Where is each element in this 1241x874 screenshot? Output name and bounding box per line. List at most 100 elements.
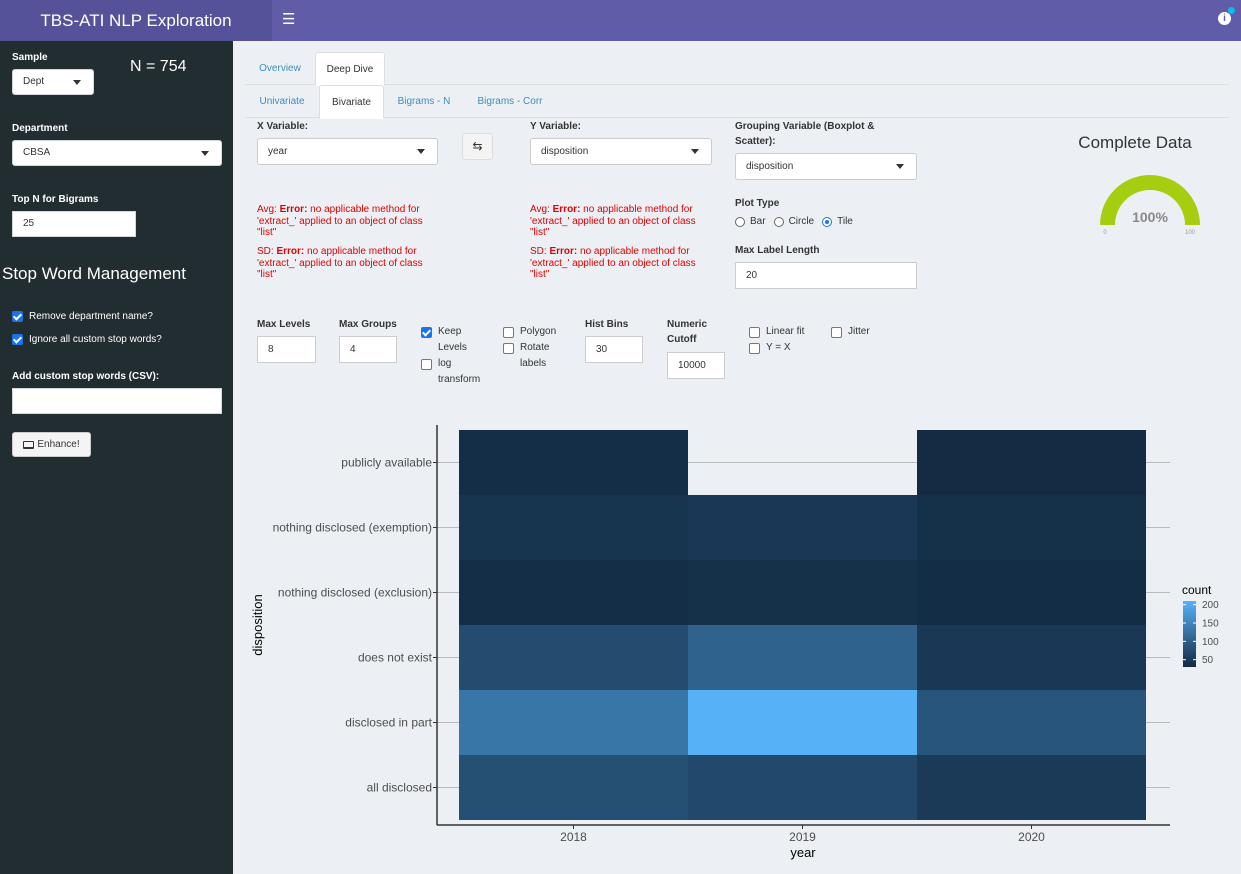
topn-label: Top N for Bigrams — [12, 194, 99, 205]
stopword-heading: Stop Word Management — [2, 264, 186, 283]
jitter-checkbox[interactable] — [831, 327, 842, 338]
sample-label: Sample — [12, 52, 48, 63]
error-word: Error: — [549, 246, 578, 257]
topn-input[interactable]: 25 — [12, 211, 136, 237]
department-label: Department — [12, 123, 68, 134]
tab-bigrams-corr[interactable]: Bigrams - Corr — [464, 85, 556, 118]
enhance-button[interactable]: Enhance! — [12, 432, 91, 457]
max-levels-label: Max Levels — [257, 319, 311, 330]
polygon-checkbox[interactable] — [503, 327, 514, 338]
app-title: TBS-ATI NLP Exploration — [0, 0, 272, 41]
legend-tick-label: 200 — [1202, 600, 1219, 611]
heatmap-tile — [688, 690, 917, 755]
x-axis-title: year — [790, 845, 816, 860]
heatmap-tile — [459, 625, 688, 690]
tab-bigrams-n[interactable]: Bigrams - N — [386, 85, 462, 118]
plot-type-radios: Bar Circle Tile — [735, 216, 861, 227]
jitter-label: Jitter — [848, 326, 870, 337]
numeric-cutoff-input[interactable]: 10000 — [667, 352, 725, 379]
gauge-value: 100% — [1132, 209, 1168, 225]
heatmap-tile — [459, 690, 688, 755]
radio-circle[interactable] — [773, 216, 784, 227]
sample-count: N = 754 — [130, 58, 187, 75]
polygon-label: Polygon — [520, 326, 557, 337]
heatmap-tile — [917, 560, 1146, 625]
heatmap-tile — [917, 755, 1146, 820]
remove-dept-checkbox[interactable] — [12, 311, 23, 322]
y-sd-error: SD: Error: no applicable method for 'ext… — [530, 246, 710, 281]
y-tick-label: nothing disclosed (exclusion) — [278, 586, 432, 600]
chevron-down-icon — [73, 80, 81, 85]
legend-title: count — [1182, 583, 1212, 597]
x-variable-select[interactable]: year — [257, 138, 438, 165]
y-tick-label: publicly available — [341, 456, 432, 470]
rotate-labels-checkbox-row[interactable]: Rotate labels — [503, 340, 563, 372]
sidebar: Sample Dept N = 754 Department CBSA Top … — [0, 41, 233, 874]
heatmap-tile — [688, 560, 917, 625]
y-equals-x-checkbox-row[interactable]: Y = X — [749, 340, 791, 356]
grouping-variable-select[interactable]: disposition — [735, 153, 917, 180]
heatmap-tile — [459, 495, 688, 560]
keep-levels-label: Keep Levels — [438, 326, 467, 353]
rotate-labels-checkbox[interactable] — [503, 343, 514, 354]
sub-tabs: Univariate Bivariate Bigrams - N Bigrams… — [245, 85, 1229, 119]
radio-tile[interactable] — [822, 216, 833, 227]
y-variable-select[interactable]: disposition — [530, 138, 712, 165]
max-groups-input[interactable]: 4 — [339, 336, 397, 363]
log-transform-checkbox[interactable] — [421, 359, 432, 370]
chevron-down-icon — [691, 149, 699, 154]
rotate-labels-label: Rotate labels — [520, 342, 550, 369]
x-variable-value: year — [268, 146, 288, 157]
jitter-checkbox-row[interactable]: Jitter — [831, 324, 870, 340]
ignore-custom-checkbox-row[interactable]: Ignore all custom stop words? — [12, 334, 162, 345]
linear-fit-checkbox-row[interactable]: Linear fit — [749, 324, 804, 340]
x-tick-label: 2019 — [789, 830, 816, 844]
heatmap-tile — [459, 755, 688, 820]
grouping-variable-value: disposition — [746, 161, 794, 172]
log-transform-checkbox-row[interactable]: log transform — [421, 356, 491, 388]
y-avg-prefix: Avg: — [530, 204, 553, 215]
main-tabs: Overview Deep Dive — [245, 52, 1229, 86]
ignore-custom-checkbox[interactable] — [12, 334, 23, 345]
x-tick-label: 2018 — [560, 830, 587, 844]
hist-bins-label: Hist Bins — [585, 319, 629, 330]
x-avg-error: Avg: Error: no applicable method for 'ex… — [257, 204, 437, 239]
y-axis-title: disposition — [250, 594, 265, 655]
heatmap-tile — [459, 430, 688, 495]
remove-dept-label: Remove department name? — [29, 311, 153, 322]
info-icon[interactable]: i — [1218, 7, 1235, 25]
keep-levels-checkbox-row[interactable]: Keep Levels — [421, 324, 491, 356]
max-label-length-input[interactable]: 20 — [735, 262, 917, 289]
heatmap-tile — [688, 755, 917, 820]
gauge-max: 100 — [1185, 230, 1196, 236]
x-variable-label: X Variable: — [257, 121, 309, 132]
hist-bins-input[interactable]: 30 — [585, 336, 643, 363]
hamburger-icon[interactable]: ☰ — [282, 10, 296, 30]
department-value: CBSA — [23, 147, 51, 158]
tab-deep-dive[interactable]: Deep Dive — [315, 52, 385, 86]
custom-stopwords-input[interactable] — [12, 388, 222, 414]
polygon-checkbox-row[interactable]: Polygon — [503, 324, 556, 340]
keep-levels-checkbox[interactable] — [421, 327, 432, 338]
y-tick-label: all disclosed — [367, 781, 432, 795]
max-levels-input[interactable]: 8 — [257, 336, 316, 363]
plot-type-label: Plot Type — [735, 198, 780, 209]
x-tick-label: 2020 — [1018, 830, 1045, 844]
y-equals-x-checkbox[interactable] — [749, 343, 760, 354]
error-word: Error: — [276, 246, 305, 257]
tab-overview[interactable]: Overview — [245, 52, 315, 85]
linear-fit-checkbox[interactable] — [749, 327, 760, 338]
remove-dept-checkbox-row[interactable]: Remove department name? — [12, 311, 153, 322]
heatmap-tile — [917, 690, 1146, 755]
sample-select[interactable]: Dept — [12, 69, 94, 95]
gauge-min: 0 — [1103, 230, 1107, 236]
tab-univariate[interactable]: Univariate — [245, 85, 319, 118]
department-select[interactable]: CBSA — [12, 140, 222, 166]
x-sd-prefix: SD: — [257, 246, 277, 257]
heatmap-tile — [917, 430, 1146, 495]
error-word: Error: — [552, 204, 581, 215]
top-navbar: TBS-ATI NLP Exploration ☰ i — [0, 0, 1241, 41]
swap-variables-button[interactable]: ⇆ — [462, 133, 493, 160]
radio-bar[interactable] — [735, 216, 745, 227]
tab-bivariate[interactable]: Bivariate — [319, 85, 384, 119]
